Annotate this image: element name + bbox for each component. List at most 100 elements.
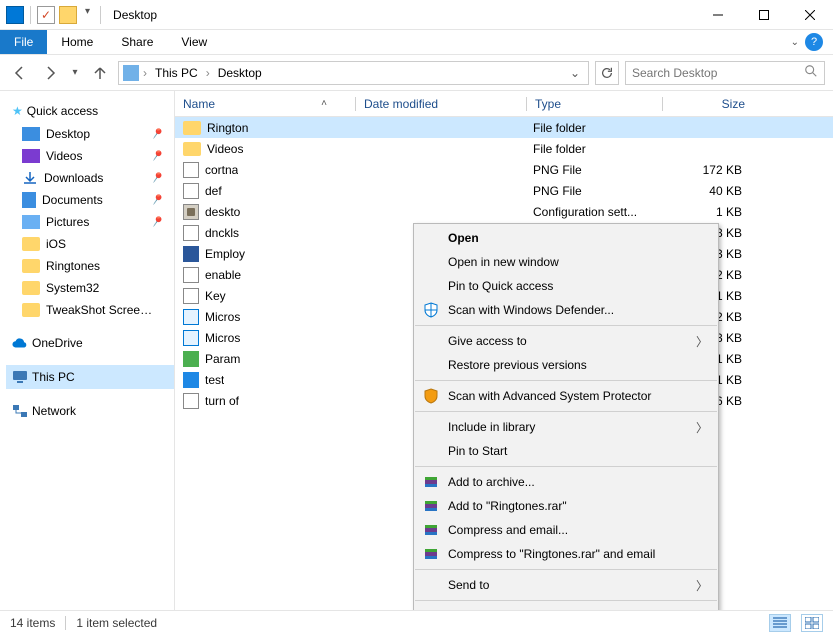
back-button[interactable]: [8, 61, 32, 85]
up-button[interactable]: [88, 61, 112, 85]
file-row[interactable]: deskto Configuration sett...1 KB: [175, 201, 833, 222]
ctx-item[interactable]: Give access to〉: [414, 329, 718, 353]
file-icon: [183, 246, 199, 262]
file-name-cell: Key: [175, 288, 355, 304]
ctx-label: Compress to "Ringtones.rar" and email: [448, 547, 655, 561]
file-name: enable: [205, 268, 241, 282]
ctx-item[interactable]: Scan with Advanced System Protector: [414, 384, 718, 408]
file-name-cell: Videos: [175, 142, 355, 156]
file-list: Name ˄ Date modified Type Size RingtonFi…: [175, 91, 833, 610]
file-name-cell: Param: [175, 351, 355, 367]
file-name-cell: deskto: [175, 204, 355, 220]
ctx-separator: [415, 411, 717, 412]
col-name[interactable]: Name ˄: [175, 91, 355, 116]
help-icon[interactable]: ?: [805, 33, 823, 51]
ctx-item[interactable]: Compress to "Ringtones.rar" and email: [414, 542, 718, 566]
ctx-label: Restore previous versions: [448, 358, 587, 372]
sidebar-item[interactable]: Desktop📍: [6, 123, 174, 145]
ctx-item[interactable]: Scan with Windows Defender...: [414, 298, 718, 322]
ctx-item[interactable]: Pin to Start: [414, 439, 718, 463]
ctx-label: Compress and email...: [448, 523, 568, 537]
ctx-label: Add to archive...: [448, 475, 535, 489]
sidebar-item[interactable]: iOS: [6, 233, 174, 255]
sidebar-item-label: Documents: [42, 193, 103, 207]
ribbon-expand-icon[interactable]: ⌄: [791, 37, 799, 48]
nav-tree: ★ Quick access Desktop📍Videos📍Downloads📍…: [0, 91, 175, 610]
sidebar-item[interactable]: System32: [6, 277, 174, 299]
forward-button[interactable]: [38, 61, 62, 85]
maximize-button[interactable]: [741, 0, 787, 30]
quick-access-header[interactable]: ★ Quick access: [6, 99, 174, 123]
file-type: Configuration sett...: [525, 205, 660, 219]
window-controls: [695, 0, 833, 30]
file-row[interactable]: RingtonFile folder: [175, 117, 833, 138]
file-name: Rington: [207, 121, 248, 135]
network-item[interactable]: Network: [6, 399, 174, 423]
col-type[interactable]: Type: [527, 91, 662, 116]
ctx-item[interactable]: Send to〉: [414, 573, 718, 597]
ctx-item[interactable]: Pin to Quick access: [414, 274, 718, 298]
sidebar-item-label: TweakShot Screen C: [46, 303, 156, 317]
ctx-item[interactable]: Open in new window: [414, 250, 718, 274]
col-size[interactable]: Size: [663, 91, 753, 116]
address-history-icon[interactable]: ⌄: [566, 66, 584, 80]
ctx-item[interactable]: Add to archive...: [414, 470, 718, 494]
ctx-separator: [415, 325, 717, 326]
sidebar-item[interactable]: Documents📍: [6, 189, 174, 211]
sidebar-item[interactable]: TweakShot Screen C: [6, 299, 174, 321]
ctx-item[interactable]: Include in library〉: [414, 415, 718, 439]
folder-icon: [22, 303, 40, 317]
file-size: 1 KB: [660, 205, 750, 219]
ctx-separator: [415, 380, 717, 381]
tab-home[interactable]: Home: [47, 30, 107, 54]
minimize-button[interactable]: [695, 0, 741, 30]
network-label: Network: [32, 404, 76, 418]
file-icon: [183, 121, 201, 135]
view-details-button[interactable]: [769, 614, 791, 632]
column-headers: Name ˄ Date modified Type Size: [175, 91, 833, 117]
sidebar-item[interactable]: Downloads📍: [6, 167, 174, 189]
close-button[interactable]: [787, 0, 833, 30]
breadcrumb-current[interactable]: Desktop: [214, 66, 266, 80]
ctx-item[interactable]: Add to "Ringtones.rar": [414, 494, 718, 518]
tab-share[interactable]: Share: [107, 30, 167, 54]
context-menu: OpenOpen in new window Pin to Quick acces…: [413, 223, 719, 610]
this-pc-label: This PC: [32, 370, 75, 384]
refresh-button[interactable]: [595, 61, 619, 85]
sidebar-item[interactable]: Pictures📍: [6, 211, 174, 233]
ctx-label: Pin to Quick access: [448, 279, 553, 293]
file-icon: [183, 183, 199, 199]
file-row[interactable]: defPNG File40 KB: [175, 180, 833, 201]
search-input[interactable]: [632, 66, 804, 80]
ctx-item[interactable]: Open: [414, 226, 718, 250]
qat-newfolder-icon[interactable]: [59, 6, 77, 24]
file-row[interactable]: cortnaPNG File172 KB: [175, 159, 833, 180]
file-icon: [183, 309, 199, 325]
ctx-item[interactable]: Compress and email...: [414, 518, 718, 542]
status-bar: 14 items 1 item selected: [0, 610, 833, 634]
sidebar-item[interactable]: Ringtones: [6, 255, 174, 277]
ctx-label: Give access to: [448, 334, 527, 348]
file-row[interactable]: VideosFile folder: [175, 138, 833, 159]
sidebar-item[interactable]: Videos📍: [6, 145, 174, 167]
col-date[interactable]: Date modified: [356, 91, 526, 116]
tab-view[interactable]: View: [167, 30, 221, 54]
file-name-cell: Micros: [175, 330, 355, 346]
this-pc-item[interactable]: This PC: [6, 365, 174, 389]
search-icon[interactable]: [804, 64, 818, 81]
tab-file[interactable]: File: [0, 30, 47, 54]
breadcrumb-sep: ›: [206, 66, 210, 80]
network-icon: [12, 403, 28, 419]
address-bar[interactable]: › This PC › Desktop ⌄: [118, 61, 589, 85]
recent-dropdown-icon[interactable]: ▾: [68, 61, 82, 85]
pin-icon: 📍: [148, 169, 167, 188]
view-large-button[interactable]: [801, 614, 823, 632]
search-box[interactable]: [625, 61, 825, 85]
qat-more-icon[interactable]: ▾: [81, 6, 94, 24]
ctx-item[interactable]: Restore previous versions: [414, 353, 718, 377]
onedrive-item[interactable]: OneDrive: [6, 331, 174, 355]
ctx-label: Include in library: [448, 420, 535, 434]
ctx-label: Scan with Windows Defender...: [448, 303, 614, 317]
qat-properties-icon[interactable]: ✓: [37, 6, 55, 24]
breadcrumb-root[interactable]: This PC: [151, 66, 202, 80]
